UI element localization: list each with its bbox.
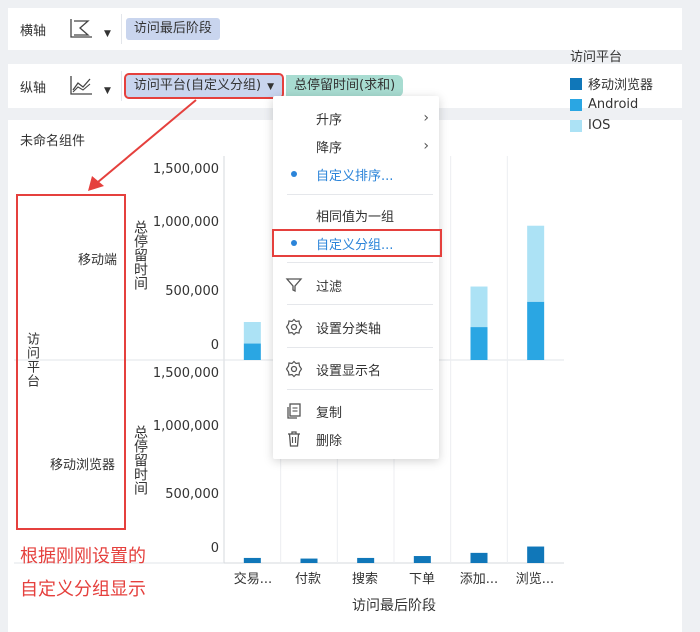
menu-item-delete[interactable]: 删除 (273, 426, 439, 452)
menu-divider (287, 194, 433, 195)
menu-item-label: 过滤 (316, 279, 343, 295)
context-menu: 升序 › 降序 › 自定义排序... 相同值为一组 自定义分组... 过滤 设置… (273, 96, 439, 459)
menu-item-set-category-axis[interactable]: 设置分类轴 (273, 314, 439, 340)
gear-icon (285, 318, 303, 336)
menu-item-set-display-name[interactable]: 设置显示名 (273, 356, 439, 382)
menu-item-custom-sort[interactable]: 自定义排序... (273, 161, 439, 187)
menu-item-descending[interactable]: 降序 › (273, 133, 439, 159)
annotation-text: 自定义分组显示 (20, 579, 146, 600)
menu-item-label: 删除 (316, 433, 343, 449)
trash-icon (288, 431, 300, 447)
menu-item-ascending[interactable]: 升序 › (273, 105, 439, 131)
copy-icon (287, 403, 301, 419)
menu-item-copy[interactable]: 复制 (273, 398, 439, 424)
chevron-right-icon: › (423, 110, 429, 126)
menu-item-label: 复制 (316, 405, 343, 421)
selected-dot-icon (291, 171, 297, 177)
annotation-text: 根据刚刚设置的 (20, 546, 146, 567)
menu-divider (287, 389, 433, 390)
menu-item-label: 升序 (316, 112, 343, 128)
chevron-right-icon: › (423, 138, 429, 154)
menu-item-same-value-group[interactable]: 相同值为一组 (273, 202, 439, 228)
menu-divider (287, 347, 433, 348)
menu-divider (287, 262, 433, 263)
filter-icon (285, 278, 303, 293)
menu-item-label: 设置分类轴 (316, 321, 382, 337)
menu-highlight-box (272, 229, 442, 257)
menu-item-filter[interactable]: 过滤 (273, 272, 439, 298)
menu-item-label: 相同值为一组 (316, 209, 395, 225)
menu-item-label: 自定义排序... (316, 168, 394, 184)
menu-divider (287, 304, 433, 305)
menu-item-label: 设置显示名 (316, 363, 382, 379)
menu-item-label: 降序 (316, 140, 343, 156)
gear-icon (285, 360, 303, 378)
